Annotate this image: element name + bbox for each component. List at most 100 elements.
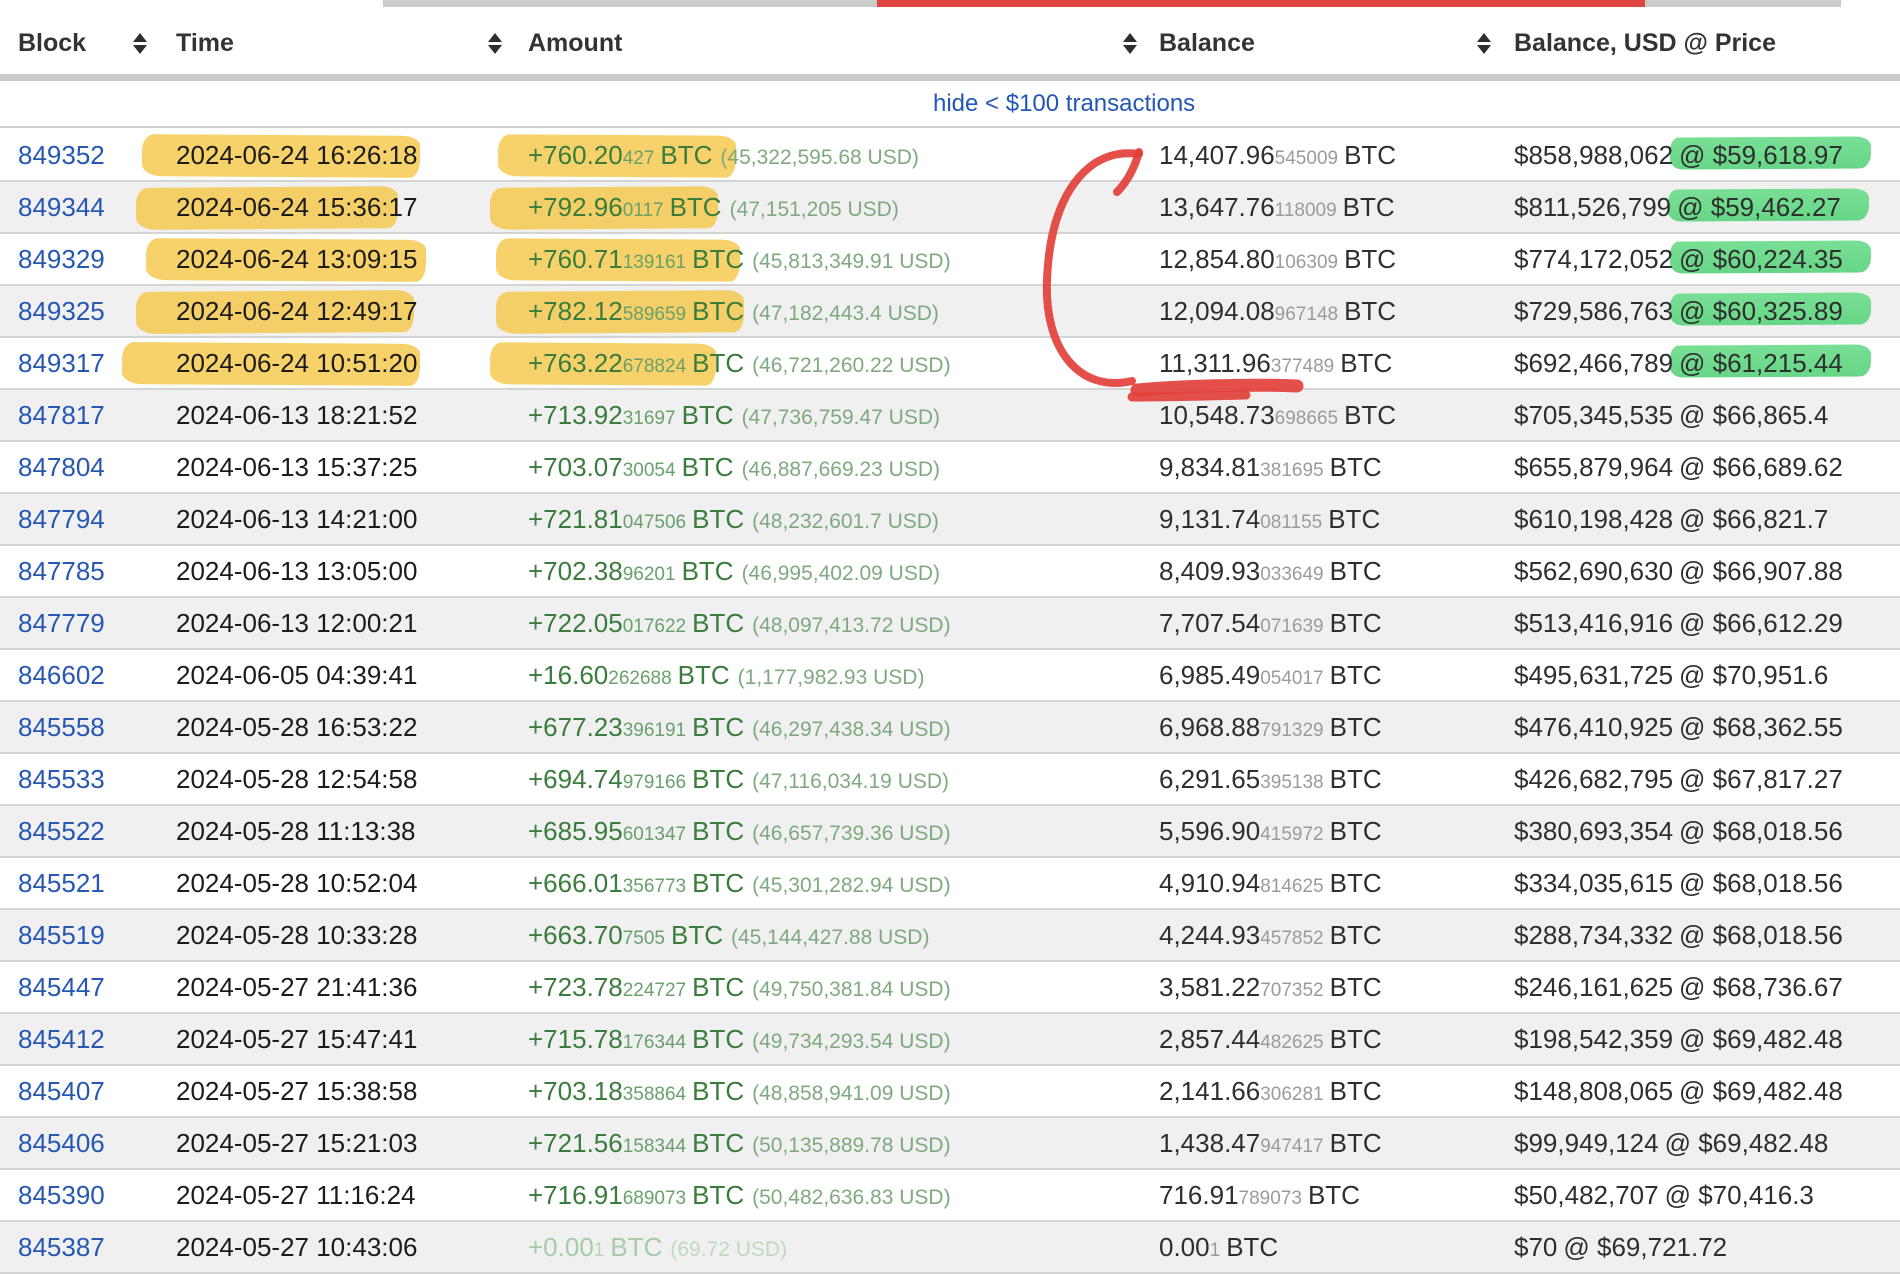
sort-icon[interactable] xyxy=(1476,30,1492,56)
balance-main: 1,438.47 xyxy=(1159,1128,1260,1158)
btc-unit-label: BTC xyxy=(671,920,723,950)
time-value: 2024-05-27 15:47:41 xyxy=(176,1014,417,1064)
table-row: 847804 2024-06-13 15:37:25 +703.0730054B… xyxy=(0,442,1900,494)
balance-main: 8,409.93 xyxy=(1159,556,1260,586)
balance-usd-value: $50,482,707@ $70,416.3 xyxy=(1514,1170,1814,1220)
amount-value: +723.78224727BTC(49,750,381.84 USD) xyxy=(528,962,951,1012)
block-link[interactable]: 845519 xyxy=(18,910,105,960)
block-link[interactable]: 849325 xyxy=(18,286,105,336)
amount-value: +716.91689073BTC(50,482,636.83 USD) xyxy=(528,1170,951,1220)
balance-value: 9,131.74081155BTC xyxy=(1159,494,1380,544)
amount-main: +713.92 xyxy=(528,400,623,430)
balance-decimals: 395138 xyxy=(1260,772,1323,793)
btc-unit-label: BTC xyxy=(1308,1180,1360,1210)
time-value: 2024-06-24 15:36:17 xyxy=(176,182,417,232)
amount-decimals: 356773 xyxy=(623,876,686,897)
block-link[interactable]: 847804 xyxy=(18,442,105,492)
btc-unit-label: BTC xyxy=(692,1128,744,1158)
block-link[interactable]: 847817 xyxy=(18,390,105,440)
block-link[interactable]: 845522 xyxy=(18,806,105,856)
amount-decimals: 7505 xyxy=(623,928,665,949)
block-link[interactable]: 845390 xyxy=(18,1170,105,1220)
btc-unit-label: BTC xyxy=(692,348,744,378)
amount-value: +722.05017622BTC(48,097,413.72 USD) xyxy=(528,598,951,648)
block-link[interactable]: 849329 xyxy=(18,234,105,284)
balance-decimals: 791329 xyxy=(1260,720,1323,741)
sort-icon[interactable] xyxy=(487,30,503,56)
block-link[interactable]: 845407 xyxy=(18,1066,105,1116)
usd-price: @ $66,907.88 xyxy=(1679,556,1843,586)
time-value: 2024-05-27 15:21:03 xyxy=(176,1118,417,1168)
amount-value: +685.95601347BTC(46,657,739.36 USD) xyxy=(528,806,951,856)
usd-total: $729,586,763 xyxy=(1514,296,1673,326)
btc-unit-label: BTC xyxy=(1344,244,1396,274)
block-link[interactable]: 845387 xyxy=(18,1222,105,1272)
block-link[interactable]: 847785 xyxy=(18,546,105,596)
amount-usd: (45,322,595.68 USD) xyxy=(720,146,918,169)
balance-main: 10,548.73 xyxy=(1159,400,1275,430)
hide-small-transactions-link[interactable]: hide < $100 transactions xyxy=(933,81,1195,126)
amount-usd: (1,177,982.93 USD) xyxy=(738,666,925,689)
amount-decimals: 224727 xyxy=(623,980,686,1001)
usd-price: @ $69,482.48 xyxy=(1679,1076,1843,1106)
balance-main: 14,407.96 xyxy=(1159,140,1275,170)
block-link[interactable]: 847779 xyxy=(18,598,105,648)
transactions-rows: 849352 2024-06-24 16:26:18 +760.20427BTC… xyxy=(0,130,1900,1274)
block-link[interactable]: 845412 xyxy=(18,1014,105,1064)
amount-value: +715.78176344BTC(49,734,293.54 USD) xyxy=(528,1014,951,1064)
time-value: 2024-05-27 15:38:58 xyxy=(176,1066,417,1116)
usd-price: @ $67,817.27 xyxy=(1679,764,1843,794)
block-link[interactable]: 849344 xyxy=(18,182,105,232)
btc-unit-label: BTC xyxy=(692,868,744,898)
block-link[interactable]: 847794 xyxy=(18,494,105,544)
block-link[interactable]: 845447 xyxy=(18,962,105,1012)
amount-value: +721.56158344BTC(50,135,889.78 USD) xyxy=(528,1118,951,1168)
balance-value: 14,407.96545009BTC xyxy=(1159,130,1396,180)
block-link[interactable]: 845558 xyxy=(18,702,105,752)
block-link[interactable]: 849317 xyxy=(18,338,105,388)
amount-usd: (46,887,669.23 USD) xyxy=(742,458,940,481)
table-row: 845387 2024-05-27 10:43:06 +0.001BTC(69.… xyxy=(0,1222,1900,1274)
btc-unit-label: BTC xyxy=(1344,140,1396,170)
time-value: 2024-06-13 12:00:21 xyxy=(176,598,417,648)
block-link[interactable]: 845521 xyxy=(18,858,105,908)
balance-main: 6,985.49 xyxy=(1159,660,1260,690)
btc-unit-label: BTC xyxy=(692,1076,744,1106)
sort-icon[interactable] xyxy=(1122,30,1138,56)
amount-decimals: 678824 xyxy=(623,356,686,377)
btc-unit-label: BTC xyxy=(692,816,744,846)
amount-decimals: 047506 xyxy=(623,512,686,533)
btc-unit-label: BTC xyxy=(692,764,744,794)
block-link[interactable]: 845406 xyxy=(18,1118,105,1168)
usd-total: $380,693,354 xyxy=(1514,816,1673,846)
usd-price: @ $68,362.55 xyxy=(1679,712,1843,742)
btc-unit-label: BTC xyxy=(1340,348,1392,378)
balance-value: 2,141.66306281BTC xyxy=(1159,1066,1382,1116)
sort-icon[interactable] xyxy=(132,30,148,56)
block-link[interactable]: 846602 xyxy=(18,650,105,700)
table-row: 845522 2024-05-28 11:13:38 +685.95601347… xyxy=(0,806,1900,858)
usd-total: $198,542,359 xyxy=(1514,1024,1673,1054)
amount-main: +677.23 xyxy=(528,712,623,742)
balance-decimals: 967148 xyxy=(1275,304,1338,325)
balance-decimals: 789073 xyxy=(1239,1188,1302,1209)
amount-value: +782.12589659BTC(47,182,443.4 USD) xyxy=(528,286,939,336)
amount-value: +677.23396191BTC(46,297,438.34 USD) xyxy=(528,702,951,752)
btc-unit-label: BTC xyxy=(692,972,744,1002)
hide-small-transactions-row: hide < $100 transactions xyxy=(0,81,1900,128)
amount-value: +792.960117BTC(47,151,205 USD) xyxy=(528,182,899,232)
balance-value: 6,985.49054017BTC xyxy=(1159,650,1382,700)
block-link[interactable]: 845533 xyxy=(18,754,105,804)
balance-decimals: 381695 xyxy=(1260,460,1323,481)
balance-decimals: 482625 xyxy=(1260,1032,1323,1053)
balance-decimals: 814625 xyxy=(1260,876,1323,897)
balance-decimals: 698665 xyxy=(1275,408,1338,429)
amount-decimals: 262688 xyxy=(608,668,671,689)
amount-usd: (50,482,636.83 USD) xyxy=(752,1186,950,1209)
usd-total: $774,172,052 xyxy=(1514,244,1673,274)
table-row: 845407 2024-05-27 15:38:58 +703.18358864… xyxy=(0,1066,1900,1118)
usd-total: $148,808,065 xyxy=(1514,1076,1673,1106)
amount-main: +703.07 xyxy=(528,452,623,482)
balance-usd-value: $246,161,625@ $68,736.67 xyxy=(1514,962,1843,1012)
block-link[interactable]: 849352 xyxy=(18,130,105,180)
